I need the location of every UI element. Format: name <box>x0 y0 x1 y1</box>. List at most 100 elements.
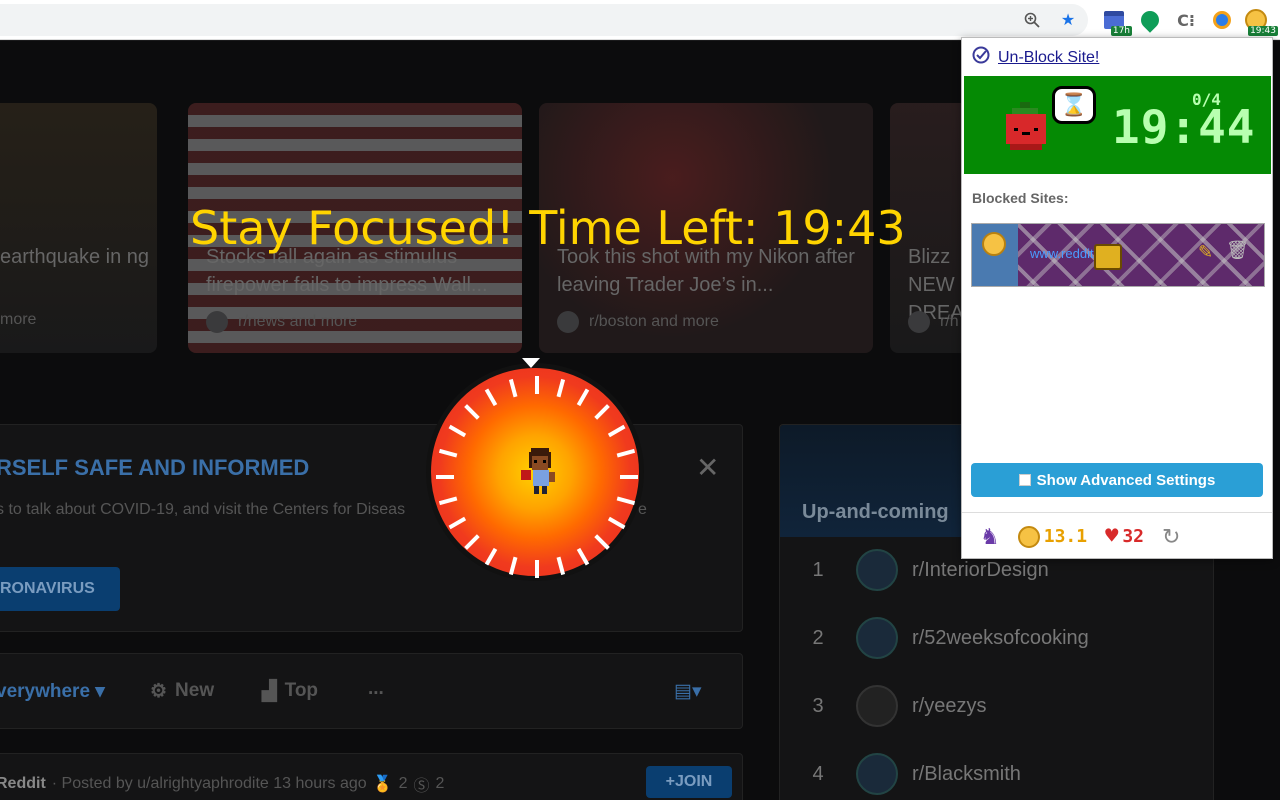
community-icon <box>856 685 898 727</box>
dial-tick <box>607 424 626 438</box>
dragon-icon[interactable]: ♞ <box>980 524 1000 550</box>
browser-toolbar: ★ 17h C⁝ 19:43 <box>0 0 1280 40</box>
dial-tick <box>576 388 590 407</box>
edit-icon[interactable]: ✎ <box>1198 242 1213 263</box>
show-advanced-settings-button[interactable]: Show Advanced Settings <box>971 463 1263 497</box>
extension-badge: 17h <box>1110 26 1132 36</box>
dial-tick <box>616 448 636 458</box>
upcoming-title: Up-and-coming <box>802 501 949 523</box>
dial-tick <box>535 376 539 394</box>
more-options[interactable]: ... <box>368 678 384 700</box>
community-name: r/52weeksofcooking <box>912 626 1089 649</box>
dial-tick <box>438 448 458 458</box>
extension-calendar-icon[interactable]: 17h <box>1102 8 1132 36</box>
subreddit-icon <box>908 311 930 333</box>
card-title: earthquake in ng <box>0 246 150 268</box>
coins-stat: 13.1 <box>1017 525 1087 548</box>
dial-tick <box>484 388 498 407</box>
tomato-icon <box>1002 102 1050 157</box>
lock-icon <box>1094 244 1122 270</box>
post-meta: · Posted by u/alrightyaphrodite 13 hours… <box>51 775 367 792</box>
dial-tick <box>556 378 566 398</box>
popup-footer: ♞ 13.1 ♥ 32 ↻ <box>962 512 1272 560</box>
dial-tick <box>448 424 467 438</box>
timer-pointer <box>522 358 540 368</box>
dial-tick <box>594 404 610 420</box>
dial-tick <box>620 475 638 479</box>
community-row[interactable]: 4 r/Blacksmith <box>780 740 1214 800</box>
card-source: r/news and more <box>238 313 358 330</box>
community-name: r/Blacksmith <box>912 762 1021 785</box>
coin-award-icon: Ⓢ <box>413 778 430 795</box>
address-bar[interactable] <box>0 4 1088 36</box>
focus-timer-dial <box>426 363 644 581</box>
bar-chart-icon: ▟ <box>262 681 277 702</box>
timer-badge: 19:43 <box>1248 26 1278 36</box>
sort-bar: verywhere ▾ ⚙ New ▟ Top ... ▤▾ <box>0 653 743 729</box>
subreddit-icon <box>557 311 579 333</box>
community-name: r/yeezys <box>912 694 987 717</box>
dial-tick <box>556 556 566 576</box>
card-source: r/boston and more <box>589 313 719 330</box>
award-icon: 🏅 <box>372 776 393 793</box>
extension-block-site-icon[interactable]: 19:43 <box>1244 8 1278 36</box>
dial-tick <box>616 496 636 506</box>
award-count: 2 <box>398 775 408 792</box>
sort-top[interactable]: ▟ Top <box>262 680 318 703</box>
site-favicon-box <box>972 224 1018 286</box>
award-count: 2 <box>435 775 445 792</box>
extension-compass-icon[interactable] <box>1210 8 1234 32</box>
bookmark-star-icon[interactable]: ★ <box>1056 8 1080 32</box>
close-icon[interactable]: ✕ <box>696 451 719 484</box>
unblock-link[interactable]: Un-Block Site! <box>972 46 1099 69</box>
card-source: more <box>0 311 37 328</box>
post-card[interactable]: Reddit · Posted by u/alrightyaphrodite 1… <box>0 753 743 800</box>
check-circle-icon <box>972 46 990 69</box>
coronavirus-button[interactable]: RONAVIRUS <box>0 567 120 611</box>
dial-tick <box>464 534 480 550</box>
dial-tick <box>594 534 610 550</box>
join-button[interactable]: +JOIN <box>646 766 732 798</box>
subreddit-icon <box>206 311 228 333</box>
coin-icon <box>1017 525 1040 548</box>
hearts-stat: ♥ 32 <box>1105 524 1145 549</box>
extension-c-icon[interactable]: C⁝ <box>1174 8 1198 32</box>
dial-tick <box>607 516 626 530</box>
community-name: r/InteriorDesign <box>912 558 1049 581</box>
community-icon <box>856 549 898 591</box>
dial-tick <box>508 556 518 576</box>
timer-display: ⌛ 0/4 19:44 <box>964 76 1271 174</box>
sort-new[interactable]: ⚙ New <box>150 680 214 703</box>
popup-clock: 19:44 <box>1112 100 1256 154</box>
dial-tick <box>438 496 458 506</box>
banner-title: RSELF SAFE AND INFORMED <box>0 455 310 480</box>
card-source: r/h <box>940 313 959 330</box>
refresh-icon[interactable]: ↻ <box>1162 524 1180 550</box>
trash-icon[interactable]: 🗑 <box>1226 240 1249 261</box>
view-toggle-icon[interactable]: ▤▾ <box>674 680 702 703</box>
trending-card[interactable]: earthquake in ng more <box>0 103 157 353</box>
dial-tick <box>484 547 498 566</box>
community-icon <box>856 753 898 795</box>
heart-icon: ♥ <box>1105 524 1119 549</box>
dial-tick <box>508 378 518 398</box>
focus-message: Stay Focused! Time Left: 19:43 <box>190 201 906 255</box>
banner-body: s to talk about COVID-19, and visit the … <box>0 501 406 518</box>
dial-tick <box>448 516 467 530</box>
hourglass-icon: ⌛ <box>1052 86 1096 124</box>
post-subreddit[interactable]: Reddit <box>0 775 46 793</box>
community-icon <box>856 617 898 659</box>
blocked-sites-label: Blocked Sites: <box>972 190 1069 206</box>
sort-everywhere[interactable]: verywhere ▾ <box>0 680 105 703</box>
community-row[interactable]: 2 r/52weeksofcooking <box>780 604 1214 672</box>
block-site-popup: Un-Block Site! ⌛ 0/4 19:44 Blocked Sites… <box>961 37 1273 559</box>
dial-tick <box>576 547 590 566</box>
community-row[interactable]: 3 r/yeezys <box>780 672 1214 740</box>
zoom-icon[interactable] <box>1020 8 1044 32</box>
checkbox-icon <box>1018 474 1031 486</box>
blocked-site-row[interactable]: www.reddit.com ✎ 🗑 <box>971 223 1265 287</box>
extension-green-icon[interactable] <box>1137 7 1163 33</box>
dial-tick <box>436 475 454 479</box>
dial-tick <box>535 560 539 578</box>
banner-body-end: e <box>638 501 647 518</box>
